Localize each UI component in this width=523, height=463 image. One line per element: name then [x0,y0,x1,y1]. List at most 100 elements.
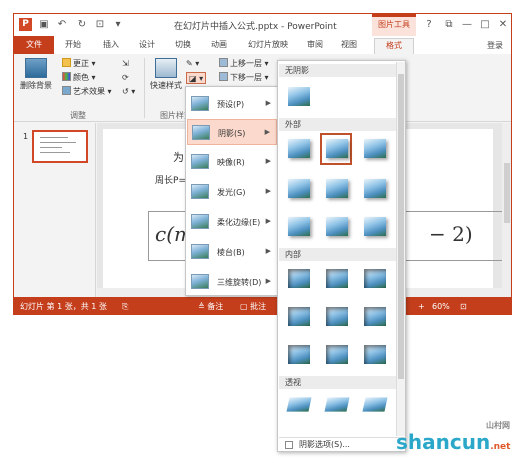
shadow-outer-swatch[interactable] [326,179,348,198]
bring-forward-button[interactable]: 上移一层 ▾ [219,58,269,70]
from-beginning-icon[interactable]: ⊡ [94,18,106,31]
ribbon-tabs: 文件 开始 插入 设计 切换 动画 幻灯片放映 审阅 视图 格式 登录 [14,36,511,54]
shadow-none-swatch[interactable] [288,87,310,106]
ribbon-separator [144,58,145,118]
shadow-options-item[interactable]: 阴影选项(S)... [279,437,405,451]
menu-item-soft-edges[interactable]: 柔化边缘(E) ▶ [187,209,277,235]
color-icon [62,72,71,81]
menu-item-reflection[interactable]: 映像(R) ▶ [187,149,277,175]
document-title: 在幻灯片中插入公式.pptx - PowerPoint [174,22,337,32]
fit-to-window-icon[interactable]: ⊡ [460,297,467,314]
shadow-outer-swatch[interactable] [364,179,386,198]
qat-customize-icon[interactable]: ▾ [112,18,124,31]
redo-icon[interactable]: ↻ [76,18,88,31]
section-outer: 外部 [279,118,396,131]
glow-icon [191,184,209,199]
spelling-icon[interactable]: ⎘ [122,297,128,314]
color-button[interactable]: 颜色 ▾ [62,72,96,84]
change-picture-icon[interactable]: ⟳ [122,72,129,84]
shadow-outer-swatch[interactable] [288,139,310,158]
sign-in-link[interactable]: 登录 [487,40,503,51]
comments-button[interactable]: ▢ 批注 [240,297,266,314]
shadow-outer-swatch[interactable] [288,179,310,198]
restore-button[interactable]: □ [478,18,492,31]
shadow-outer-swatch[interactable] [326,139,348,158]
shadow-inner-swatch[interactable] [288,269,310,288]
reset-picture-icon[interactable]: ↺ ▾ [122,86,135,98]
menu-item-shadow[interactable]: 阴影(S) ▶ [187,119,277,145]
tab-home[interactable]: 开始 [60,38,86,54]
submenu-arrow-icon: ▶ [265,99,271,107]
slide-thumbnail[interactable] [32,130,88,163]
notes-button[interactable]: ≜ 备注 [198,297,223,314]
shadow-inner-swatch[interactable] [364,269,386,288]
shadow-outer-swatch[interactable] [288,217,310,236]
shadow-perspective-swatch[interactable] [324,397,350,412]
menu-item-3d-rotation[interactable]: 三维旋转(D) ▶ [187,269,277,295]
shadow-outer-swatch[interactable] [364,217,386,236]
shadow-inner-swatch[interactable] [288,307,310,326]
scrollbar-thumb[interactable] [504,163,510,223]
vertical-scrollbar[interactable] [502,123,511,297]
3d-rotation-icon [191,274,209,289]
remove-background-button[interactable]: 删除背景 [20,58,52,91]
artistic-effects-button[interactable]: 艺术效果 ▾ [62,86,112,98]
submenu-arrow-icon: ▶ [264,128,270,136]
submenu-arrow-icon: ▶ [265,277,271,285]
site-watermark-logo: shancun.net 山村网 [396,421,511,454]
section-no-shadow: 无阴影 [279,64,396,77]
send-backward-button[interactable]: 下移一层 ▾ [219,72,269,84]
soft-edges-icon [191,214,209,229]
shadow-inner-swatch[interactable] [364,345,386,364]
shadow-options-icon [285,441,293,449]
tab-animations[interactable]: 动画 [206,38,232,54]
gallery-scrollbar-thumb[interactable] [398,74,404,379]
adjust-group-label: 调整 [70,111,86,120]
picture-border-icon[interactable]: ✎ ▾ [186,58,199,70]
tab-insert[interactable]: 插入 [98,38,124,54]
zoom-in-icon[interactable]: + [418,297,425,314]
shadow-outer-swatch[interactable] [326,217,348,236]
artistic-effects-icon [62,86,71,95]
help-button[interactable]: ? [422,18,436,31]
menu-item-preset[interactable]: 预设(P) ▶ [187,91,277,117]
submenu-arrow-icon: ▶ [265,247,271,255]
shadow-inner-swatch[interactable] [326,269,348,288]
close-button[interactable]: ✕ [496,18,510,31]
tab-file[interactable]: 文件 [14,36,54,54]
tab-design[interactable]: 设计 [134,38,160,54]
shadow-inner-swatch[interactable] [288,345,310,364]
picture-tools-context-tag: 图片工具 [372,14,416,36]
shadow-outer-swatch[interactable] [364,139,386,158]
shadow-inner-swatch[interactable] [364,307,386,326]
shadow-inner-swatch[interactable] [326,307,348,326]
section-inner: 内部 [279,248,396,261]
tab-view[interactable]: 视图 [336,38,362,54]
menu-item-bevel[interactable]: 棱台(B) ▶ [187,239,277,265]
title-bar: P ▣ ↶ ↻ ⊡ ▾ 在幻灯片中插入公式.pptx - PowerPoint … [14,14,511,36]
corrections-button[interactable]: 更正 ▾ [62,58,96,70]
save-icon[interactable]: ▣ [38,18,50,31]
shadow-inner-swatch[interactable] [326,345,348,364]
shadow-perspective-swatch[interactable] [286,397,312,412]
menu-item-glow[interactable]: 发光(G) ▶ [187,179,277,205]
ribbon-display-icon[interactable]: ⧉ [442,18,456,31]
picture-effects-menu: 预设(P) ▶ 阴影(S) ▶ 映像(R) ▶ 发光(G) ▶ 柔化边缘(E) … [185,86,278,296]
formula-right: − 2) [429,222,473,246]
preset-icon [191,96,209,111]
shadow-perspective-swatch[interactable] [362,397,388,412]
picture-effects-button[interactable]: ◪ ▾ [186,72,207,84]
gallery-scrollbar[interactable] [396,62,405,436]
submenu-arrow-icon: ▶ [265,217,271,225]
compress-pictures-icon[interactable]: ⇲ [122,58,129,70]
tab-transitions[interactable]: 切换 [170,38,196,54]
tab-format[interactable]: 格式 [374,38,414,54]
tab-slideshow[interactable]: 幻灯片放映 [242,38,294,54]
tab-review[interactable]: 审阅 [302,38,328,54]
shadow-gallery: 无阴影 外部 内部 透视 阴影选项(S)... [277,60,406,452]
undo-icon[interactable]: ↶ [56,18,68,31]
zoom-level[interactable]: 60% [432,297,450,314]
minimize-button[interactable]: — [460,18,474,31]
submenu-arrow-icon: ▶ [265,157,271,165]
quick-styles-button[interactable]: 快速样式 [148,58,184,91]
